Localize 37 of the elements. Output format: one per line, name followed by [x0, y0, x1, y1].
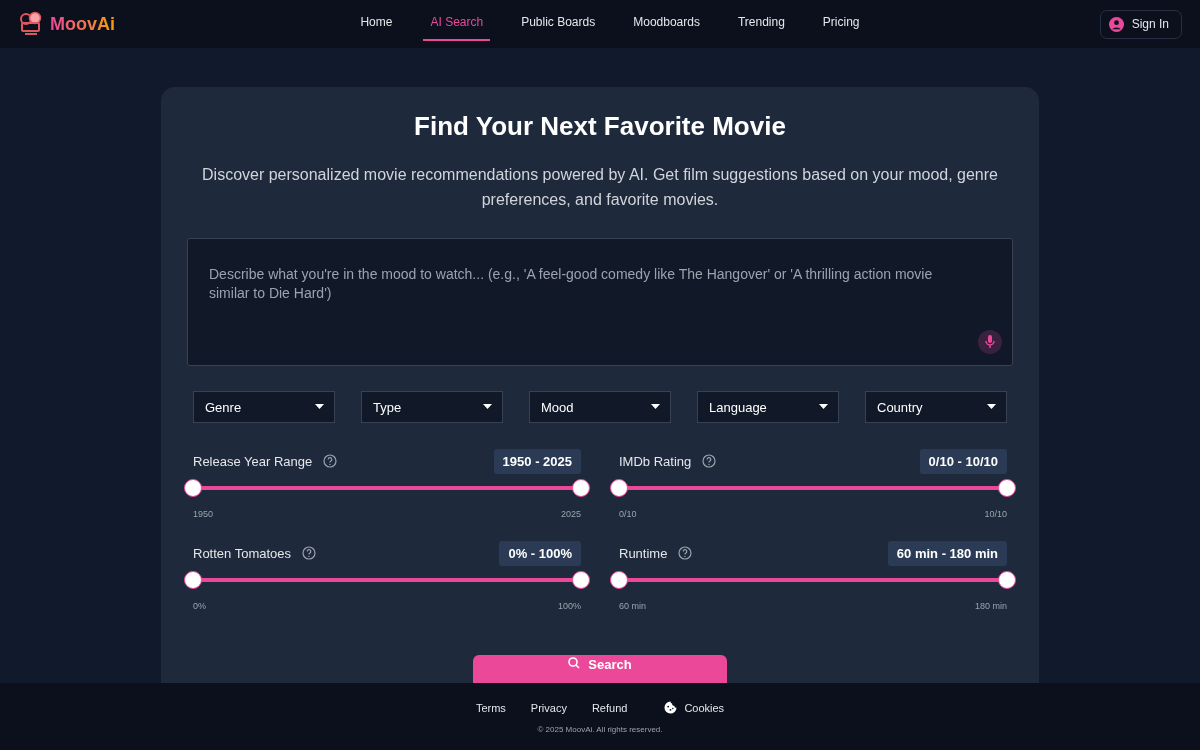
- range-min-label: 0%: [193, 601, 206, 611]
- range-value-badge: 1950 - 2025: [493, 448, 581, 474]
- footer-link[interactable]: Privacy: [530, 701, 567, 714]
- range-label: Runtime: [619, 545, 668, 561]
- range-min-label: 0/10: [619, 509, 637, 519]
- range-label: Release Year Range: [193, 453, 313, 469]
- filter-dropdown[interactable]: Country: [865, 391, 1007, 423]
- filter-dropdown[interactable]: Language: [697, 391, 839, 423]
- range-value-badge: 60 min - 180 min: [887, 540, 1007, 566]
- search-button[interactable]: Search: [473, 655, 727, 683]
- range-min-label: 1950: [193, 509, 214, 519]
- sign-in-button[interactable]: Sign In: [1099, 9, 1182, 39]
- footer-link[interactable]: Terms: [475, 701, 506, 714]
- cookies-link[interactable]: Cookies: [664, 701, 725, 714]
- range-value-badge: 0/10 - 10/10: [919, 448, 1007, 474]
- page-title: Find Your Next Favorite Movie: [413, 111, 787, 142]
- nav-link[interactable]: Home: [353, 7, 400, 41]
- range-max-label: 10/10: [984, 509, 1007, 519]
- range-label: Rotten Tomatoes: [193, 545, 292, 561]
- copyright-text: © 2025 MoovAi. All rights reserved.: [537, 725, 663, 734]
- range-label: IMDb Rating: [619, 453, 692, 469]
- filter-dropdown[interactable]: Genre: [193, 391, 335, 423]
- nav-link[interactable]: AI Search: [423, 7, 491, 41]
- range-max-label: 100%: [557, 601, 581, 611]
- nav-link[interactable]: Trending: [730, 7, 792, 41]
- range-max-label: 2025: [560, 509, 581, 519]
- filter-dropdown[interactable]: Mood: [529, 391, 671, 423]
- prompt-field[interactable]: Describe what you're in the mood to watch... (e.g., 'A feel-good comedy like The Hangover' or 'A thrilling action movie similar to Die Hard'): [187, 238, 1013, 366]
- nav-link[interactable]: Moodboards: [626, 7, 707, 41]
- page-subtitle: Discover personalized movie recommendations powered by AI. Get film suggestions based on your mood, genre preferences, and favorite movies.: [201, 165, 999, 210]
- range-min-label: 60 min: [619, 601, 646, 611]
- range-max-label: 180 min: [974, 601, 1007, 611]
- nav-link[interactable]: Pricing: [815, 7, 867, 41]
- nav-link[interactable]: Public Boards: [514, 7, 603, 41]
- filter-dropdown[interactable]: Type: [361, 391, 503, 423]
- range-value-badge: 0% - 100%: [499, 540, 581, 566]
- footer-link[interactable]: Refund: [591, 701, 628, 714]
